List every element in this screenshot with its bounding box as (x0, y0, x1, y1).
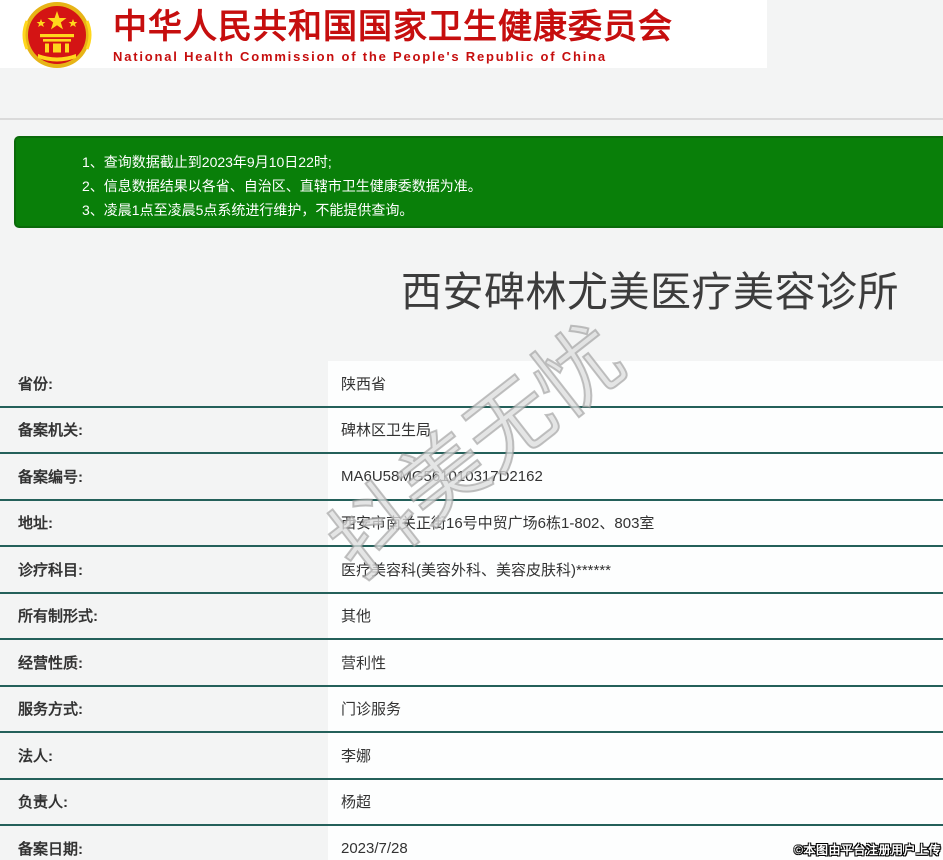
header-divider (0, 118, 943, 120)
upload-credit-text: ©本图由平台注册用户上传 (794, 843, 941, 857)
table-row: 经营性质: 营利性 (0, 640, 943, 687)
row-label: 诊疗科目: (0, 547, 328, 592)
table-row: 负责人: 杨超 (0, 779, 943, 826)
row-value: 营利性 (328, 640, 943, 685)
china-national-emblem-icon (22, 2, 92, 68)
row-label: 备案编号: (0, 454, 328, 499)
row-label: 法人: (0, 733, 328, 778)
notice-box: 1、查询数据截止到2023年9月10日22时; 2、信息数据结果以各省、自治区、… (14, 136, 943, 228)
row-label: 经营性质: (0, 640, 328, 685)
row-value: 陕西省 (328, 361, 943, 406)
table-row: 诊疗科目: 医疗美容科(美容外科、美容皮肤科)****** (0, 547, 943, 594)
row-label: 负责人: (0, 779, 328, 824)
notice-line: 2、信息数据结果以各省、自治区、直辖市卫生健康委数据为准。 (82, 178, 482, 194)
record-lookup-page: 中华人民共和国国家卫生健康委员会 National Health Commiss… (0, 0, 943, 860)
table-row: 备案编号: MA6U58MG561010317D2162 (0, 454, 943, 501)
clinic-name-title: 西安碑林尤美医疗美容诊所 (401, 269, 899, 315)
row-label: 备案日期: (0, 826, 328, 860)
notice-line: 3、凌晨1点至凌晨5点系统进行维护，不能提供查询。 (82, 202, 414, 218)
table-row: 省份: 陕西省 (0, 361, 943, 408)
row-label: 地址: (0, 500, 328, 545)
row-value: 碑林区卫生局 (328, 407, 943, 452)
table-row: 法人: 李娜 (0, 733, 943, 780)
row-label: 省份: (0, 361, 328, 406)
row-label: 备案机关: (0, 407, 328, 452)
row-value: 西安市南关正街16号中贸广场6栋1-802、803室 (328, 500, 943, 545)
notice-line: 1、查询数据截止到2023年9月10日22时; (82, 154, 332, 170)
row-value: 其他 (328, 593, 943, 638)
row-label: 所有制形式: (0, 593, 328, 638)
table-row: 服务方式: 门诊服务 (0, 686, 943, 733)
table-row: 备案机关: 碑林区卫生局 (0, 407, 943, 454)
row-value: 杨超 (328, 779, 943, 824)
row-label: 服务方式: (0, 686, 328, 731)
notice-list: 1、查询数据截止到2023年9月10日22时; 2、信息数据结果以各省、自治区、… (82, 150, 933, 222)
record-table: 省份: 陕西省 备案机关: 碑林区卫生局 备案编号: MA6U58MG56101… (0, 361, 943, 860)
row-value: 李娜 (328, 733, 943, 778)
header-titles: 中华人民共和国国家卫生健康委员会 National Health Commiss… (113, 7, 673, 66)
header-title-en: National Health Commission of the People… (113, 49, 607, 64)
site-header: 中华人民共和国国家卫生健康委员会 National Health Commiss… (0, 0, 767, 68)
row-value: 门诊服务 (328, 686, 943, 731)
row-value: 医疗美容科(美容外科、美容皮肤科)****** (328, 547, 943, 592)
table-row: 地址: 西安市南关正街16号中贸广场6栋1-802、803室 (0, 500, 943, 547)
table-row: 所有制形式: 其他 (0, 593, 943, 640)
header-title-cn: 中华人民共和国国家卫生健康委员会 (113, 8, 673, 46)
row-value: MA6U58MG561010317D2162 (328, 454, 943, 499)
